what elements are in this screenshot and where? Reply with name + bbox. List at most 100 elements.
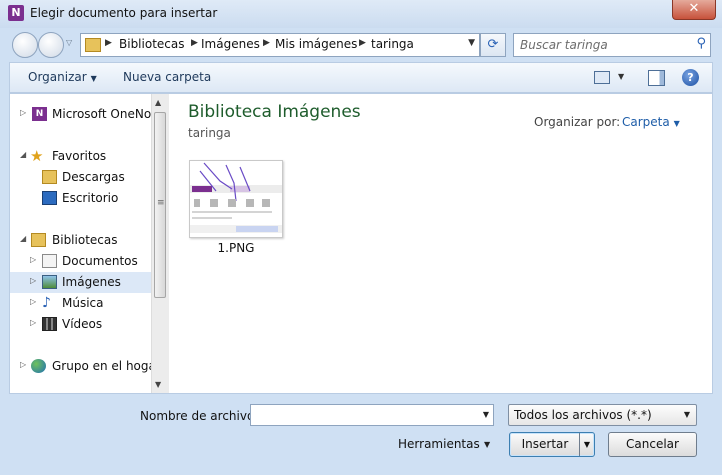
back-button[interactable]	[12, 32, 38, 58]
image-thumbnail	[189, 160, 283, 238]
chevron-right-icon[interactable]: ▶	[263, 38, 270, 48]
file-name: 1.PNG	[217, 241, 255, 255]
scroll-up-icon[interactable]: ▲	[155, 98, 161, 107]
documents-icon	[42, 254, 57, 268]
file-item[interactable]: 1.PNG	[189, 160, 283, 256]
chevron-down-icon[interactable]: ▼	[484, 440, 490, 449]
nav-item-videos[interactable]: ▷ Vídeos	[10, 314, 151, 335]
nav-item-documentos[interactable]: ▷ Documentos	[10, 251, 151, 272]
chevron-down-icon: ▼	[673, 119, 680, 128]
chevron-right-icon[interactable]: ▶	[191, 38, 198, 48]
chevron-down-icon: ▼	[683, 410, 690, 419]
search-input[interactable]	[518, 36, 688, 54]
onenote-icon: N	[32, 107, 47, 121]
navigation-scrollbar[interactable]: ▲ ≡ ▼	[151, 94, 169, 393]
command-toolbar: Organizar ▼ Nueva carpeta ▼ ?	[9, 62, 713, 93]
pictures-icon	[42, 275, 57, 289]
cancel-button[interactable]: Cancelar	[608, 432, 697, 457]
nav-item-musica[interactable]: ▷ ♪ Música	[10, 293, 151, 314]
search-icon[interactable]: ⚲	[696, 36, 706, 51]
insert-label: Insertar	[521, 437, 569, 451]
nav-item-onenote[interactable]: ▷ N Microsoft OneNote	[10, 104, 151, 125]
videos-icon	[42, 317, 57, 331]
navigation-pane: ▷ N Microsoft OneNote ◢ ★ Favoritos Desc…	[10, 94, 151, 393]
nav-label: Escritorio	[62, 191, 119, 205]
nav-label: Descargas	[62, 170, 125, 184]
nav-item-imagenes[interactable]: ▷ Imágenes	[10, 272, 151, 293]
chevron-down-icon[interactable]: ▼	[483, 410, 489, 419]
expand-icon[interactable]: ▷	[30, 297, 36, 306]
expand-icon[interactable]: ▷	[30, 255, 36, 264]
chevron-down-icon[interactable]: ▼	[579, 433, 594, 456]
help-icon[interactable]: ?	[682, 69, 699, 86]
nav-label: Documentos	[62, 254, 138, 268]
refresh-button[interactable]: ⟳	[480, 33, 506, 57]
onenote-app-icon: N	[8, 5, 24, 21]
history-dropdown-icon[interactable]: ▽	[66, 38, 72, 47]
downloads-folder-icon	[42, 170, 57, 184]
insert-button[interactable]: Insertar ▼	[509, 432, 595, 457]
thumbnail-preview	[190, 161, 282, 237]
arrange-by-label: Organizar por:	[534, 115, 621, 129]
content-area: ▷ N Microsoft OneNote ◢ ★ Favoritos Desc…	[9, 93, 713, 394]
chevron-right-icon[interactable]: ▶	[105, 38, 112, 48]
dialog-footer: Nombre de archivo: ▼ Todos los archivos …	[0, 394, 722, 475]
organize-button[interactable]: Organizar ▼	[28, 70, 97, 84]
search-box[interactable]: ⚲	[513, 33, 711, 57]
expand-icon[interactable]: ▷	[20, 360, 26, 369]
nav-label: Bibliotecas	[52, 233, 118, 247]
expand-icon[interactable]: ▷	[30, 318, 36, 327]
collapse-icon[interactable]: ◢	[20, 150, 26, 159]
nav-item-descargas[interactable]: Descargas	[10, 167, 151, 188]
forward-button[interactable]	[38, 32, 64, 58]
filetype-value: Todos los archivos (*.*)	[514, 408, 652, 422]
filename-input[interactable]	[254, 407, 478, 425]
arrange-by-dropdown[interactable]: Carpeta ▼	[622, 115, 680, 129]
filename-label: Nombre de archivo:	[140, 409, 259, 423]
close-button[interactable]: ✕	[672, 0, 716, 20]
nav-item-favoritos[interactable]: ◢ ★ Favoritos	[10, 146, 151, 167]
library-title: Biblioteca Imágenes	[188, 102, 361, 122]
address-row: ▽ ▶ Bibliotecas ▶ Imágenes ▶ Mis imágene…	[0, 28, 722, 62]
window-title: Elegir documento para insertar	[30, 6, 218, 20]
chevron-down-icon[interactable]: ▼	[618, 72, 624, 81]
collapse-icon[interactable]: ◢	[20, 234, 26, 243]
star-icon: ★	[30, 147, 44, 165]
nav-item-bibliotecas[interactable]: ◢ Bibliotecas	[10, 230, 151, 251]
breadcrumb-item[interactable]: taringa	[371, 37, 414, 51]
grip-icon: ≡	[157, 198, 165, 208]
scrollbar-thumb[interactable]: ≡	[154, 112, 166, 298]
library-subtitle: taringa	[188, 126, 231, 140]
breadcrumb-item[interactable]: Imágenes	[201, 37, 260, 51]
file-list-pane: Biblioteca Imágenes taringa Organizar po…	[168, 94, 712, 393]
folder-icon	[85, 38, 101, 52]
expand-icon[interactable]: ▷	[30, 276, 36, 285]
nav-label: Vídeos	[62, 317, 103, 331]
filetype-select[interactable]: Todos los archivos (*.*) ▼	[508, 404, 697, 426]
address-bar[interactable]: ▶ Bibliotecas ▶ Imágenes ▶ Mis imágenes …	[80, 33, 480, 57]
expand-icon[interactable]: ▷	[20, 108, 26, 117]
preview-pane-icon[interactable]	[648, 70, 665, 86]
tools-button[interactable]: Herramientas	[398, 437, 480, 451]
nav-label: Favoritos	[52, 149, 107, 163]
arrange-by-value: Carpeta	[622, 115, 670, 129]
desktop-icon	[42, 191, 57, 205]
nav-label: Grupo en el hogar	[52, 359, 151, 373]
chevron-down-icon[interactable]: ▼	[468, 38, 475, 48]
nav-item-homegroup[interactable]: ▷ Grupo en el hogar	[10, 356, 151, 377]
change-view-icon[interactable]	[594, 71, 610, 84]
breadcrumb-item[interactable]: Bibliotecas	[119, 37, 184, 51]
title-bar: N Elegir documento para insertar ✕	[0, 0, 722, 28]
nav-label: Música	[62, 296, 104, 310]
nav-label: Microsoft OneNote	[52, 107, 151, 121]
new-folder-button[interactable]: Nueva carpeta	[123, 70, 211, 84]
filename-combobox[interactable]: ▼	[250, 404, 494, 426]
scroll-down-icon[interactable]: ▼	[155, 380, 161, 389]
homegroup-icon	[31, 359, 46, 373]
nav-item-escritorio[interactable]: Escritorio	[10, 188, 151, 209]
music-icon: ♪	[42, 295, 51, 311]
breadcrumb-item[interactable]: Mis imágenes	[275, 37, 357, 51]
chevron-right-icon[interactable]: ▶	[359, 38, 366, 48]
organize-label: Organizar	[28, 70, 87, 84]
nav-label: Imágenes	[62, 275, 121, 289]
